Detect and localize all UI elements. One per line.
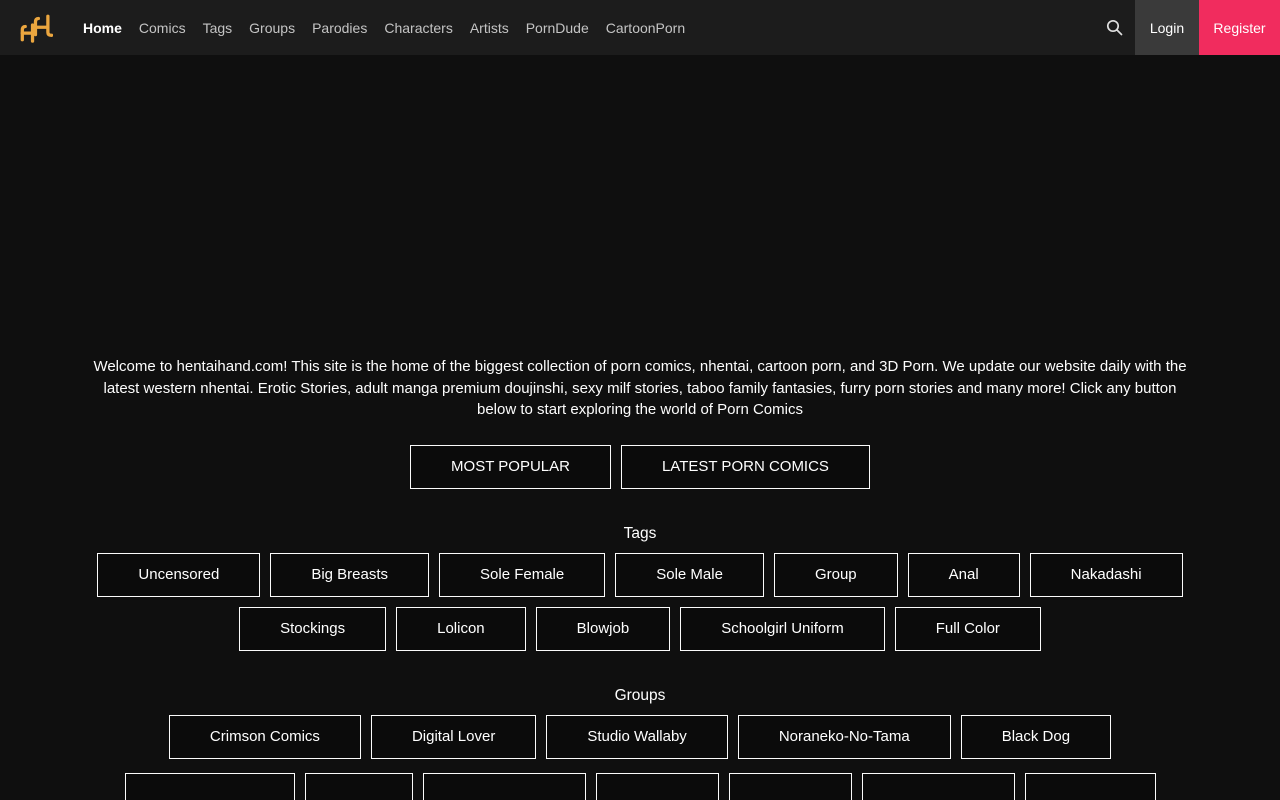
group-button-partial[interactable] [304,772,413,800]
group-button-digital-lover[interactable]: Digital Lover [370,714,537,759]
search-icon[interactable] [1093,0,1135,55]
hh-logo-icon [20,14,53,43]
most-popular-button[interactable]: MOST POPULAR [410,444,611,489]
nav-item-parodies[interactable]: Parodies [312,20,367,36]
group-button-partial[interactable] [124,772,295,800]
nav-item-home[interactable]: Home [83,20,122,36]
group-button-crimson-comics[interactable]: Crimson Comics [168,714,361,759]
latest-porn-comics-button[interactable]: LATEST PORN COMICS [620,444,870,489]
group-button-partial[interactable] [422,772,586,800]
cta-row: MOST POPULAR LATEST PORN COMICS [0,444,1280,489]
tags-heading: Tags [623,524,657,542]
group-button-studio-wallaby[interactable]: Studio Wallaby [546,714,728,759]
group-button-partial[interactable] [728,772,852,800]
welcome-text: Welcome to hentaihand.com! This site is … [93,358,1187,418]
nav-right: Login Register [1093,0,1280,55]
tag-button-group[interactable]: Group [773,552,898,597]
nav-links: Home Comics Tags Groups Parodies Charact… [83,20,685,36]
tags-row-2: Stockings Lolicon Blowjob Schoolgirl Uni… [0,606,1280,651]
nav-item-comics[interactable]: Comics [139,20,186,36]
groups-row-2-partial [0,772,1280,800]
tag-button-big-breasts[interactable]: Big Breasts [270,552,430,597]
tags-row-1: Uncensored Big Breasts Sole Female Sole … [0,552,1280,597]
nav-item-characters[interactable]: Characters [384,20,452,36]
tag-button-uncensored[interactable]: Uncensored [97,552,261,597]
nav-item-artists[interactable]: Artists [470,20,509,36]
group-button-noraneko-no-tama[interactable]: Noraneko-No-Tama [737,714,951,759]
nav-item-cartoonporn[interactable]: CartoonPorn [606,20,685,36]
groups-heading: Groups [614,686,666,704]
nav-item-groups[interactable]: Groups [249,20,295,36]
group-button-partial[interactable] [861,772,1015,800]
nav-item-porndude[interactable]: PornDude [526,20,589,36]
register-button[interactable]: Register [1199,0,1280,55]
tag-button-anal[interactable]: Anal [907,552,1020,597]
groups-row-1: Crimson Comics Digital Lover Studio Wall… [0,714,1280,759]
tag-button-blowjob[interactable]: Blowjob [535,606,671,651]
nav-item-tags[interactable]: Tags [203,20,233,36]
group-button-partial[interactable] [595,772,719,800]
site-logo[interactable] [15,8,53,48]
group-button-black-dog[interactable]: Black Dog [960,714,1112,759]
login-button[interactable]: Login [1135,0,1199,55]
top-nav: Home Comics Tags Groups Parodies Charact… [0,0,1280,55]
tag-button-sole-male[interactable]: Sole Male [615,552,764,597]
tag-button-schoolgirl-uniform[interactable]: Schoolgirl Uniform [680,606,885,651]
tag-button-lolicon[interactable]: Lolicon [396,606,526,651]
tag-button-full-color[interactable]: Full Color [894,606,1041,651]
main-content: Welcome to hentaihand.com! This site is … [0,356,1280,800]
tag-button-sole-female[interactable]: Sole Female [439,552,606,597]
group-button-partial[interactable] [1024,772,1156,800]
tag-button-nakadashi[interactable]: Nakadashi [1029,552,1183,597]
tag-button-stockings[interactable]: Stockings [239,606,387,651]
